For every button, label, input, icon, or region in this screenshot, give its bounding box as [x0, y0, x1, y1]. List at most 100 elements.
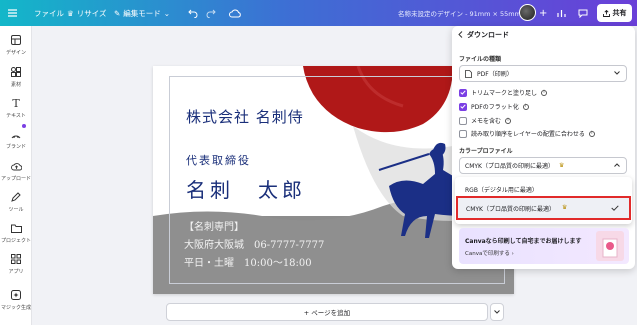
bar-chart-icon — [557, 9, 566, 17]
color-profile-value: CMYK（プロ品質の印刷に最適） — [465, 163, 554, 170]
redo-button[interactable] — [206, 0, 216, 26]
color-profile-select[interactable]: CMYK（プロ品質の印刷に最適） ♛ — [459, 157, 627, 174]
promo-link[interactable]: Canvaで印刷する › — [465, 249, 514, 257]
document-icon — [465, 69, 472, 78]
insights-button[interactable] — [557, 0, 566, 26]
checkbox[interactable] — [459, 129, 467, 138]
sidebar-item-label: プロジェクト — [0, 238, 31, 244]
chevron-down-icon — [494, 310, 500, 314]
pencil-icon: ✎ — [114, 8, 121, 18]
hours-text[interactable]: 平日・土曜 10:00～18:00 — [184, 254, 312, 269]
sidebar: デザイン 素材 T テキスト ブランド アップロード ツール プロジェクト アプ… — [0, 26, 32, 325]
info-icon[interactable]: i — [505, 117, 512, 124]
company-name[interactable]: 株式会社 名刺侍 — [186, 106, 304, 127]
panel-header: ダウンロード — [458, 30, 509, 40]
sidebar-item-text[interactable]: T テキスト — [0, 97, 32, 120]
undo-button[interactable] — [188, 0, 198, 26]
address-text[interactable]: 大阪府大阪城 06-7777-7777 — [184, 236, 324, 251]
sidebar-item-projects[interactable]: プロジェクト — [0, 222, 32, 244]
option-label: PDFのフラット化 — [471, 104, 519, 111]
info-icon[interactable]: i — [588, 130, 595, 137]
layout-icon — [10, 34, 22, 46]
crown-icon: ♛ — [558, 162, 565, 169]
sidebar-item-label: テキスト — [6, 113, 26, 119]
option-cmyk-label: CMYK（プロ品質の印刷に最適） — [466, 206, 555, 213]
top-bar: ファイル ♛ リサイズ ✎ 編集モード ⌄ 名称未設定のデザイン - 91mm … — [0, 0, 637, 26]
file-type-label: ファイルの種類 — [459, 56, 502, 63]
checkbox[interactable] — [459, 116, 467, 125]
file-type-select[interactable]: PDF（印刷） — [459, 65, 627, 82]
crown-icon: ♛ — [562, 204, 568, 211]
avatar[interactable] — [519, 4, 536, 21]
add-page-button[interactable]: + ページを追加 — [166, 303, 488, 321]
cloud-icon — [229, 9, 241, 17]
checkbox[interactable] — [459, 88, 467, 97]
back-button[interactable] — [458, 30, 463, 40]
option-include-notes[interactable]: メモを含む i — [459, 116, 512, 125]
cloud-save-button[interactable] — [229, 0, 241, 26]
sidebar-item-magic[interactable]: マジック生成 — [0, 289, 32, 311]
sidebar-item-label: マジック生成 — [0, 305, 31, 311]
shapes-icon — [10, 66, 22, 78]
share-button[interactable]: 共有 — [597, 4, 632, 22]
crown-icon: ♛ — [67, 8, 74, 18]
share-label: 共有 — [612, 9, 627, 17]
sidebar-item-label: アプリ — [8, 269, 24, 275]
sidebar-item-tools[interactable]: ツール — [0, 191, 32, 213]
option-label: 読み取り順序をレイヤーの配置に合わせる — [471, 131, 585, 138]
print-promo-banner[interactable]: Canvaなら印刷して自宅までお届けします Canvaで印刷する › — [459, 228, 629, 264]
checkmark-icon — [611, 205, 619, 211]
chevron-up-icon — [614, 163, 620, 167]
info-icon[interactable]: i — [541, 89, 548, 96]
sidebar-item-label: デザイン — [5, 50, 26, 56]
option-reading-order[interactable]: 読み取り順序をレイヤーの配置に合わせる i — [459, 129, 595, 138]
add-collaborator-button[interactable]: + — [539, 0, 547, 26]
magic-icon — [10, 289, 22, 301]
sidebar-item-brand[interactable]: ブランド — [0, 128, 32, 150]
sidebar-item-apps[interactable]: アプリ — [0, 253, 32, 275]
sidebar-item-label: ブランド — [5, 144, 26, 150]
color-profile-label: カラープロファイル — [459, 148, 513, 155]
file-menu-button[interactable]: ファイル — [34, 0, 64, 26]
sidebar-item-design[interactable]: デザイン — [0, 34, 32, 56]
share-icon — [602, 9, 610, 17]
chevron-left-icon — [458, 30, 463, 38]
folder-icon — [10, 222, 22, 234]
resize-button[interactable]: ♛ リサイズ — [67, 0, 107, 26]
resize-label: リサイズ — [76, 8, 107, 18]
option-flatten-pdf[interactable]: PDFのフラット化 i — [459, 102, 529, 111]
sidebar-item-elements[interactable]: 素材 — [0, 66, 32, 88]
checkbox[interactable] — [459, 102, 467, 111]
option-rgb[interactable]: RGB（デジタル用に最適） — [465, 185, 538, 194]
edit-mode-label: 編集モード — [123, 8, 161, 18]
option-cmyk-selected[interactable]: CMYK（プロ品質の印刷に最適） ♛ — [456, 196, 631, 220]
apps-icon — [10, 253, 22, 265]
pen-icon — [10, 191, 22, 203]
redo-icon — [206, 9, 216, 18]
file-type-value: PDF（印刷） — [477, 71, 513, 78]
promo-link-label: Canvaで印刷する — [465, 251, 510, 257]
sidebar-item-label: ツール — [8, 207, 24, 213]
chevron-right-icon: › — [511, 251, 514, 257]
merch-image — [596, 231, 624, 261]
info-icon[interactable]: i — [522, 103, 529, 110]
panel-title: ダウンロード — [467, 31, 509, 39]
job-title[interactable]: 代表取締役 — [186, 152, 251, 168]
promo-title: Canvaなら印刷して自宅までお届けします — [465, 238, 582, 245]
edit-mode-button[interactable]: ✎ 編集モード ⌄ — [114, 0, 170, 26]
specialty-text[interactable]: 【名刺専門】 — [184, 218, 244, 233]
chevron-down-icon — [614, 71, 620, 75]
option-label: メモを含む — [471, 118, 502, 125]
comment-button[interactable] — [578, 0, 588, 26]
chevron-down-icon: ⌄ — [163, 8, 171, 18]
add-page-menu-button[interactable] — [490, 303, 504, 321]
sidebar-item-label: 素材 — [10, 82, 21, 88]
sidebar-item-label: アップロード — [0, 176, 31, 182]
document-title[interactable]: 名称未設定のデザイン - 91mm × 55mm — [398, 0, 521, 26]
brand-icon — [10, 128, 22, 140]
person-name[interactable]: 名刺 太郎 — [186, 174, 306, 203]
sidebar-item-upload[interactable]: アップロード — [0, 160, 32, 182]
hamburger-menu-button[interactable] — [8, 0, 17, 26]
option-trim-marks[interactable]: トリムマークと塗り足し i — [459, 88, 548, 97]
comment-icon — [578, 9, 588, 18]
